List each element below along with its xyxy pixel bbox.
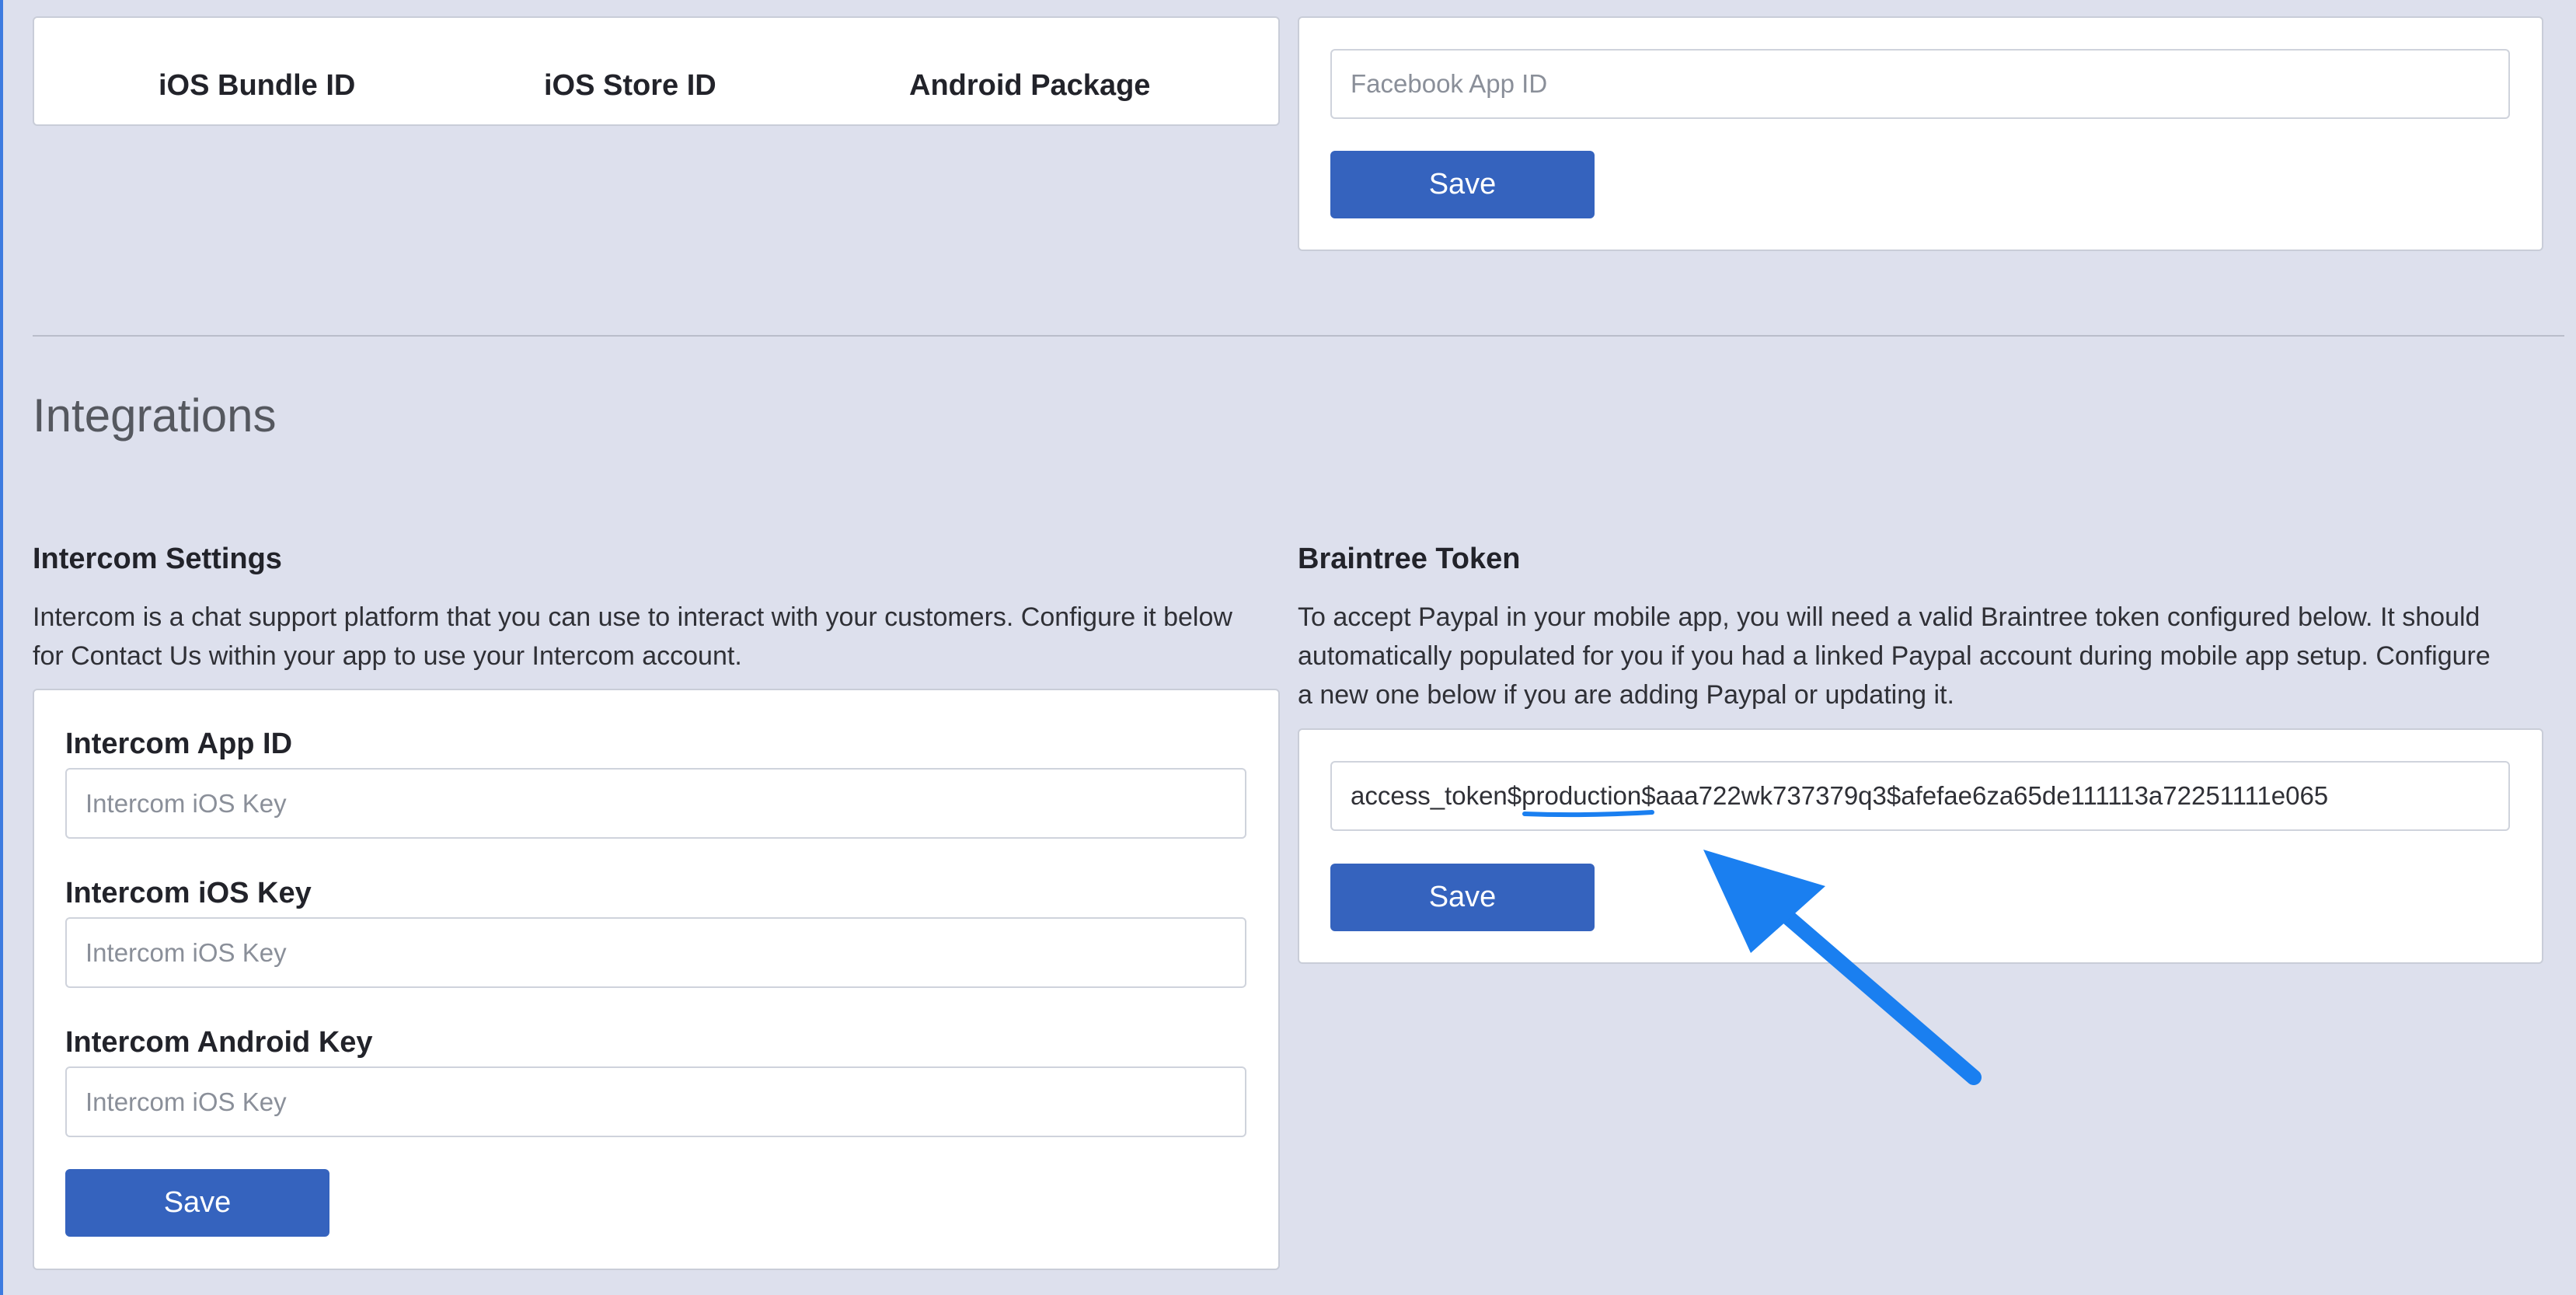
token-environment: production (1522, 781, 1642, 810)
braintree-description: To accept Paypal in your mobile app, you… (1298, 598, 2557, 714)
column-android-package: Android Package (909, 69, 1151, 102)
app-ids-card: iOS Bundle ID iOS Store ID Android Packa… (33, 16, 1280, 126)
intercom-description-line: Intercom is a chat support platform that… (33, 602, 1232, 632)
token-prefix: access_token$ (1351, 781, 1522, 810)
intercom-description: Intercom is a chat support platform that… (33, 598, 1284, 675)
braintree-save-button[interactable]: Save (1330, 864, 1595, 931)
braintree-token-input[interactable]: access_token$production$aaa722wk737379q3… (1330, 761, 2510, 831)
intercom-save-button[interactable]: Save (65, 1169, 329, 1237)
section-divider (33, 335, 2564, 337)
intercom-app-id-label: Intercom App ID (65, 728, 293, 760)
left-edge-accent (0, 0, 3, 1295)
column-ios-store-id: iOS Store ID (544, 69, 716, 102)
integrations-title: Integrations (33, 389, 277, 442)
token-suffix: $aaa722wk737379q3$afefae6za65de111113a72… (1641, 781, 2329, 810)
intercom-ios-key-input[interactable] (65, 917, 1246, 988)
intercom-description-line: for Contact Us within your app to use yo… (33, 641, 742, 671)
facebook-save-button[interactable]: Save (1330, 151, 1595, 218)
intercom-android-key-label: Intercom Android Key (65, 1026, 373, 1059)
intercom-ios-key-label: Intercom iOS Key (65, 877, 312, 909)
facebook-app-id-input[interactable] (1330, 49, 2510, 119)
intercom-app-id-input[interactable] (65, 768, 1246, 839)
column-ios-bundle-id: iOS Bundle ID (159, 69, 356, 102)
braintree-description-line: To accept Paypal in your mobile app, you… (1298, 602, 2480, 632)
intercom-heading: Intercom Settings (33, 543, 282, 575)
braintree-heading: Braintree Token (1298, 543, 1521, 575)
braintree-description-line: automatically populated for you if you h… (1298, 641, 2491, 671)
intercom-android-key-input[interactable] (65, 1066, 1246, 1137)
braintree-description-line: a new one below if you are adding Paypal… (1298, 680, 1954, 710)
